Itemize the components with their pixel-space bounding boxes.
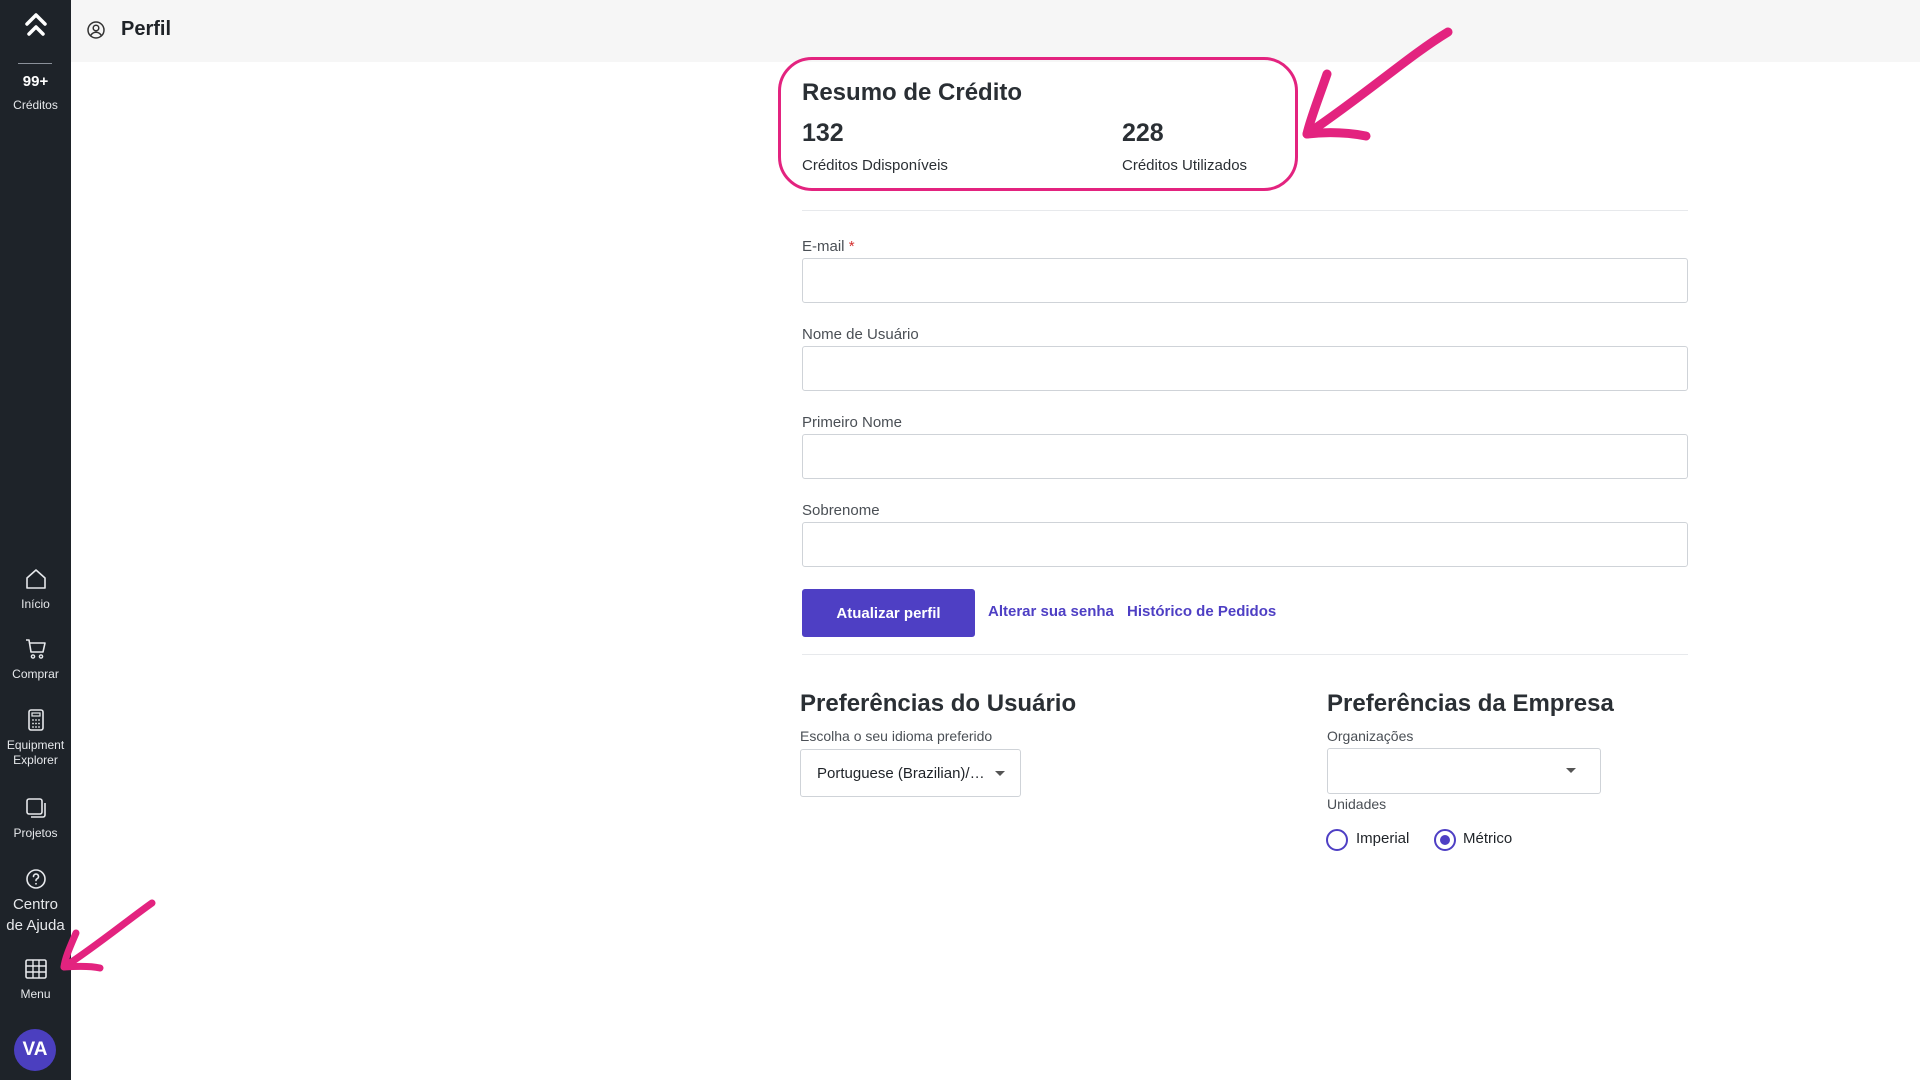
organizations-label: Organizações xyxy=(1327,728,1414,744)
user-preferences-title: Preferências do Usuário xyxy=(800,690,1077,717)
email-label: E-mail * xyxy=(802,238,855,255)
sidebar-item-equipment-explorer[interactable]: Equipment Explorer xyxy=(0,708,71,768)
section-divider xyxy=(802,210,1688,211)
organizations-select[interactable] xyxy=(1327,748,1601,794)
credit-highlight-outline xyxy=(778,57,1298,191)
section-divider xyxy=(802,654,1688,655)
last-name-field[interactable] xyxy=(802,522,1688,567)
sidebar-credits-label[interactable]: Créditos xyxy=(0,98,71,112)
user-avatar[interactable]: VA xyxy=(14,1029,56,1071)
sidebar-item-projetos[interactable]: Projetos xyxy=(0,796,71,841)
language-select[interactable]: Portuguese (Brazilian)/Português (Brasil… xyxy=(800,749,1021,797)
sidebar-item-centro-de-ajuda[interactable]: Centro de Ajuda xyxy=(0,867,71,936)
projects-icon xyxy=(25,798,46,818)
sidebar-divider xyxy=(18,63,52,64)
caret-down-icon xyxy=(995,771,1005,776)
app-logo[interactable] xyxy=(0,12,71,46)
units-radio-imperial-label[interactable]: Imperial xyxy=(1356,830,1409,847)
sidebar-credits-count[interactable]: 99+ xyxy=(0,73,71,90)
sidebar-item-label: Centro de Ajuda xyxy=(6,896,65,934)
units-radio-imperial[interactable] xyxy=(1326,829,1348,851)
grid-icon xyxy=(24,959,47,979)
cart-icon xyxy=(25,639,46,659)
page-header: Perfil xyxy=(71,0,1920,62)
user-circle-icon xyxy=(87,21,105,39)
language-select-value: Portuguese (Brazilian)/Português (Brasil… xyxy=(817,765,989,782)
units-radio-metrico-label[interactable]: Métrico xyxy=(1463,830,1512,847)
change-password-link[interactable]: Alterar sua senha xyxy=(988,603,1114,620)
username-field[interactable] xyxy=(802,346,1688,391)
last-name-label: Sobrenome xyxy=(802,502,880,519)
username-label: Nome de Usuário xyxy=(802,326,919,343)
order-history-link[interactable]: Histórico de Pedidos xyxy=(1127,603,1276,620)
sidebar-item-inicio[interactable]: Início xyxy=(0,567,71,612)
company-preferences-title: Preferências da Empresa xyxy=(1327,690,1614,717)
logo-chevrons-icon xyxy=(24,13,47,36)
first-name-field[interactable] xyxy=(802,434,1688,479)
update-profile-button[interactable]: Atualizar perfil xyxy=(802,589,975,637)
required-marker: * xyxy=(848,238,855,255)
units-label: Unidades xyxy=(1327,796,1387,812)
help-circle-icon xyxy=(25,869,46,889)
sidebar-item-menu[interactable]: Menu xyxy=(0,957,71,1002)
sidebar-item-label: Menu xyxy=(20,987,51,1001)
sidebar-item-label: Projetos xyxy=(13,826,58,840)
units-radio-metrico[interactable] xyxy=(1434,829,1456,851)
sidebar: 99+ Créditos Início Comprar Equipment Ex… xyxy=(0,0,71,1080)
sidebar-item-comprar[interactable]: Comprar xyxy=(0,637,71,682)
page-title: Perfil xyxy=(121,18,172,40)
sidebar-item-label: Comprar xyxy=(12,667,59,681)
caret-down-icon xyxy=(1566,768,1576,773)
sidebar-item-label: Início xyxy=(21,597,50,611)
sidebar-item-label: Equipment Explorer xyxy=(6,738,65,767)
language-label: Escolha o seu idioma preferido xyxy=(800,728,993,744)
email-field[interactable] xyxy=(802,258,1688,303)
first-name-label: Primeiro Nome xyxy=(802,414,903,431)
calculator-icon xyxy=(27,709,44,731)
home-icon xyxy=(25,569,46,589)
email-label-text: E-mail xyxy=(802,238,845,255)
